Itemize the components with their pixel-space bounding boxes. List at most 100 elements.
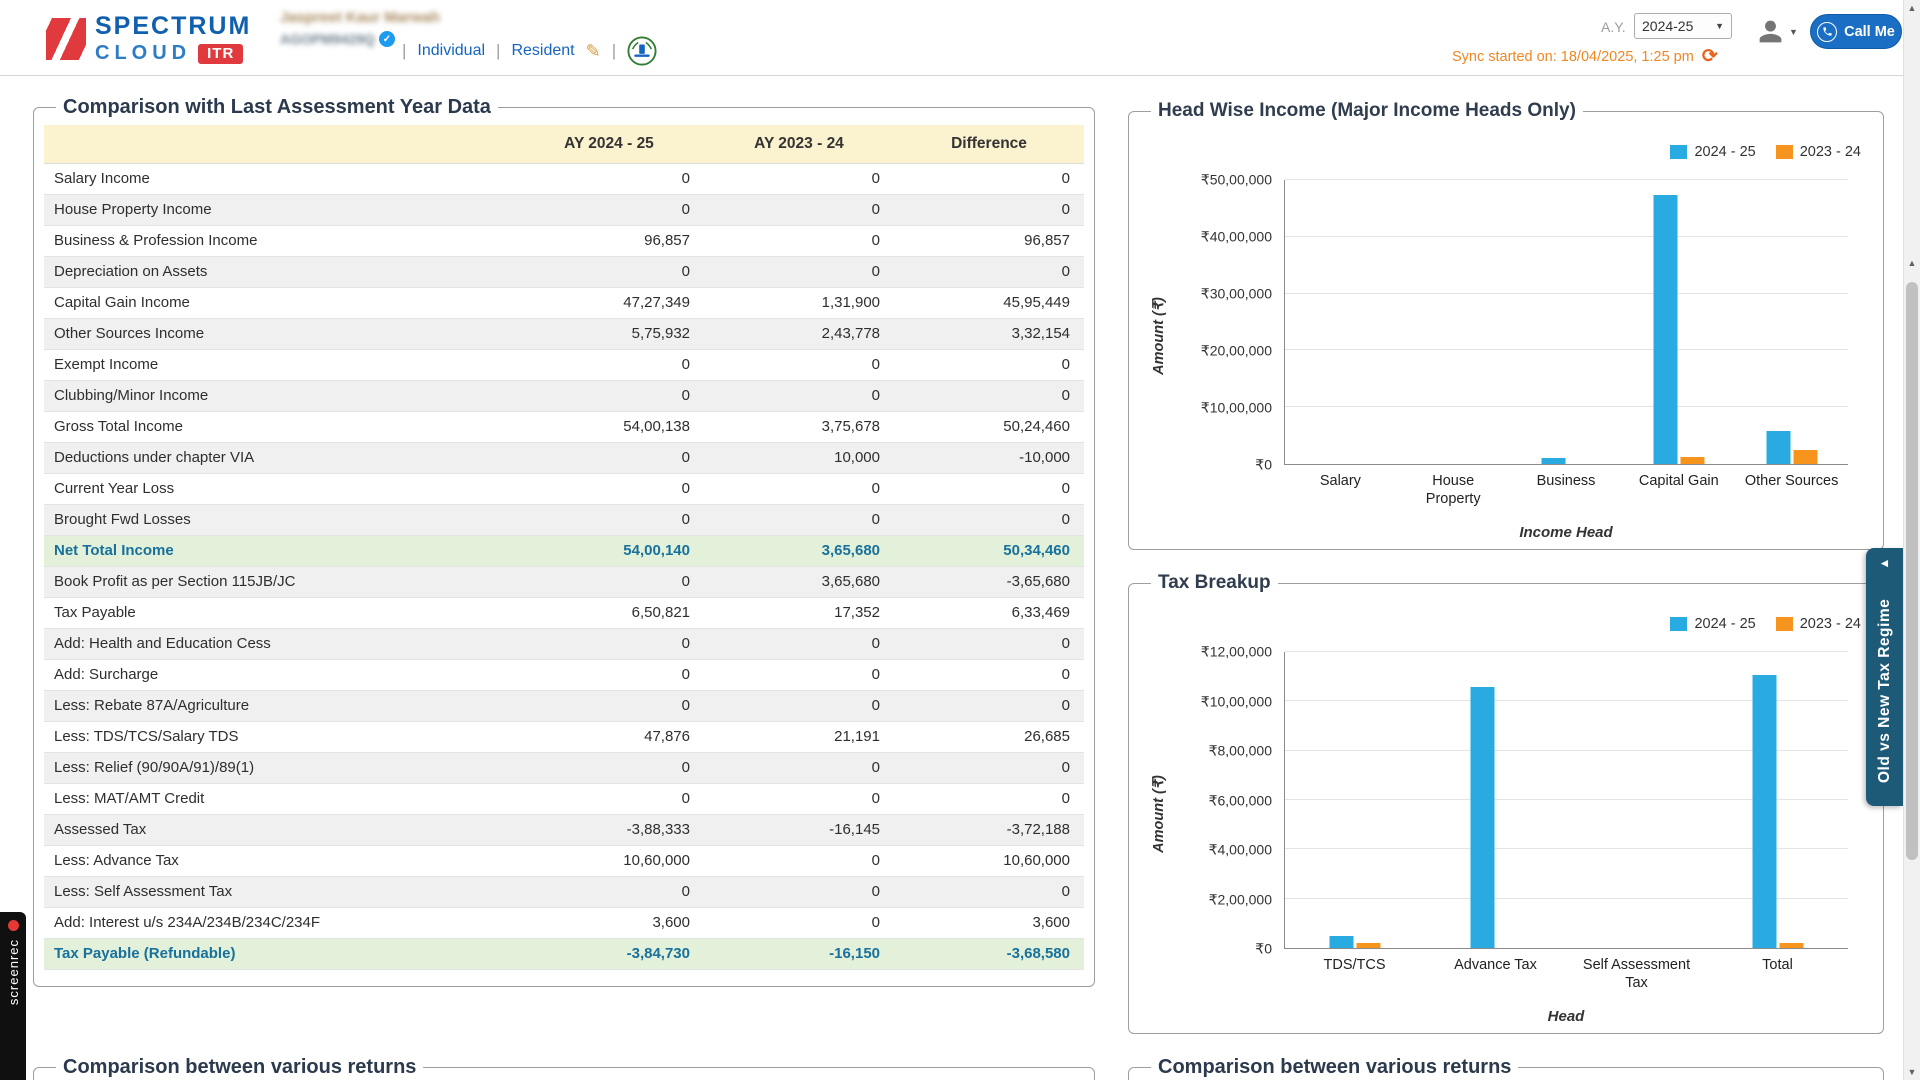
itr-badge: ITR (198, 44, 243, 64)
scroll-up-icon[interactable]: ▲ (1904, 3, 1920, 13)
row-value: 0 (894, 380, 1084, 411)
row-value: 0 (514, 256, 704, 287)
row-value: 0 (894, 690, 1084, 721)
row-value: 0 (894, 876, 1084, 907)
bar-group (1541, 458, 1592, 464)
head-wise-income-section: Head Wise Income (Major Income Heads Onl… (1128, 100, 1884, 550)
row-label: Book Profit as per Section 115JB/JC (44, 566, 514, 597)
row-value: 50,34,460 (894, 535, 1084, 566)
bar-group (1330, 936, 1381, 948)
row-value: 3,65,680 (704, 535, 894, 566)
row-value: 0 (894, 473, 1084, 504)
y-tick-label: ₹4,00,000 (1209, 842, 1272, 859)
bar (1752, 675, 1776, 948)
y-tick-label: ₹0 (1255, 941, 1272, 958)
row-label: Add: Health and Education Cess (44, 628, 514, 659)
plot-area (1284, 180, 1848, 465)
chart-legend: 2024 - 25 2023 - 24 (1670, 616, 1861, 632)
table-row: Less: TDS/TCS/Salary TDS47,87621,19126,6… (44, 721, 1084, 752)
row-label: Deductions under chapter VIA (44, 442, 514, 473)
bar (1793, 450, 1817, 464)
table-row: Brought Fwd Losses000 (44, 504, 1084, 535)
row-label: Less: Self Assessment Tax (44, 876, 514, 907)
screenrec-label: screenrec (6, 939, 21, 1005)
row-label: Brought Fwd Losses (44, 504, 514, 535)
row-value: 5,75,932 (514, 318, 704, 349)
row-value: 47,876 (514, 721, 704, 752)
row-value: 50,24,460 (894, 411, 1084, 442)
row-value: 0 (704, 163, 894, 194)
user-menu[interactable]: ▼ (1756, 17, 1798, 46)
row-value: 0 (514, 163, 704, 194)
row-value: 0 (894, 194, 1084, 225)
income-tax-dept-icon[interactable] (627, 36, 657, 66)
scrollbar-thumb[interactable] (1906, 282, 1918, 860)
row-value: -3,65,680 (894, 566, 1084, 597)
row-value: 0 (514, 566, 704, 597)
x-axis-ticks: SalaryHouse PropertyBusinessCapital Gain… (1284, 465, 1848, 519)
tax-breakup-section: Tax Breakup 2024 - 252023 - 24 Amount (₹… (1128, 572, 1884, 1034)
row-value: 96,857 (894, 225, 1084, 256)
row-value: 21,191 (704, 721, 894, 752)
row-value: 0 (514, 349, 704, 380)
legend-item: 2024 - 25 (1670, 616, 1755, 632)
client-meta-row: | Individual | Resident ✎ | (402, 36, 657, 66)
legend-label: 2023 - 24 (1800, 616, 1861, 632)
edit-icon[interactable]: ✎ (586, 41, 601, 62)
scroll-up-icon[interactable]: ▲ (1904, 258, 1920, 268)
table-row: Less: Relief (90/90A/91)/89(1)000 (44, 752, 1084, 783)
table-row: Less: MAT/AMT Credit000 (44, 783, 1084, 814)
row-value: 26,685 (894, 721, 1084, 752)
chart-legend: 2024 - 25 2023 - 24 (1670, 144, 1861, 160)
row-value: 1,31,900 (704, 287, 894, 318)
y-tick-label: ₹50,00,000 (1201, 172, 1272, 189)
call-me-label: Call Me (1844, 24, 1895, 40)
table-row: House Property Income000 (44, 194, 1084, 225)
legend-item: 2023 - 24 (1776, 616, 1861, 632)
y-tick-label: ₹2,00,000 (1209, 891, 1272, 908)
screenrec-overlay[interactable]: screenrec (0, 912, 26, 1080)
chart-title: Tax Breakup (1151, 572, 1278, 594)
row-value: 47,27,349 (514, 287, 704, 318)
table-row: Add: Health and Education Cess000 (44, 628, 1084, 659)
row-label: Clubbing/Minor Income (44, 380, 514, 411)
row-value: 0 (704, 380, 894, 411)
row-value: 6,33,469 (894, 597, 1084, 628)
call-me-button[interactable]: Call Me (1810, 14, 1902, 49)
row-value: -3,84,730 (514, 938, 704, 969)
gridline (1285, 349, 1848, 350)
row-value: 0 (704, 876, 894, 907)
row-label: Salary Income (44, 163, 514, 194)
column-header-blank (44, 125, 514, 163)
legend-item: 2024 - 25 (1670, 144, 1755, 160)
table-header-row: AY 2024 - 25 AY 2023 - 24 Difference (44, 125, 1084, 163)
ay-value: 2024-25 (1642, 18, 1693, 34)
bar (1654, 195, 1678, 464)
comparison-section-title: Comparison with Last Assessment Year Dat… (56, 96, 498, 119)
row-value: 2,43,778 (704, 318, 894, 349)
y-tick-label: ₹0 (1255, 457, 1272, 474)
x-axis-ticks: TDS/TCSAdvance TaxSelf Assessment TaxTot… (1284, 949, 1848, 1003)
legend-swatch (1670, 617, 1687, 631)
scroll-down-icon[interactable]: ▼ (1904, 1067, 1920, 1077)
row-value: 0 (704, 225, 894, 256)
old-vs-new-tax-regime-tab[interactable]: ◄ Old vs New Tax Regime (1866, 548, 1903, 806)
row-value: 0 (514, 194, 704, 225)
bar (1681, 457, 1705, 464)
table-row: Book Profit as per Section 115JB/JC03,65… (44, 566, 1084, 597)
vertical-scrollbar[interactable]: ▲ ▲ ▼ (1903, 0, 1920, 1080)
table-row: Net Total Income54,00,1403,65,68050,34,4… (44, 535, 1084, 566)
legend-label: 2024 - 25 (1694, 616, 1755, 632)
y-axis-ticks: ₹0₹10,00,000₹20,00,000₹30,00,000₹40,00,0… (1164, 180, 1284, 465)
client-type: Individual (417, 42, 485, 60)
assessment-year-select[interactable]: 2024-25 ▼ (1634, 13, 1732, 39)
row-value: 0 (704, 194, 894, 225)
row-value: 0 (894, 752, 1084, 783)
row-value: 0 (704, 845, 894, 876)
table-row: Deductions under chapter VIA010,000-10,0… (44, 442, 1084, 473)
legend-swatch (1776, 145, 1793, 159)
row-label: Depreciation on Assets (44, 256, 514, 287)
row-value: 10,60,000 (514, 845, 704, 876)
sync-refresh-icon[interactable]: ⟳ (1702, 47, 1718, 66)
legend-item: 2023 - 24 (1776, 144, 1861, 160)
